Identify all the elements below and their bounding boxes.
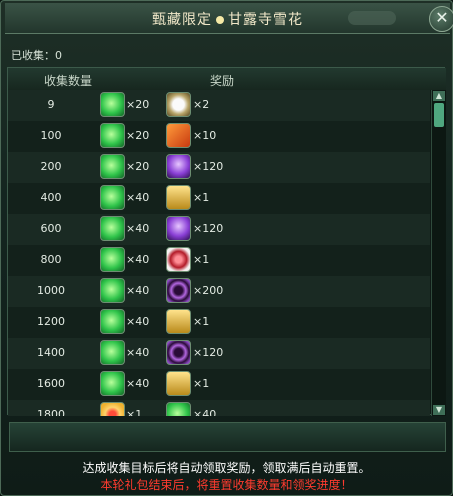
reward-row: 800 ×40 ×1 — [8, 245, 430, 277]
scroll-down-icon[interactable]: ▼ — [433, 405, 445, 415]
purple-swirl-icon[interactable] — [166, 278, 191, 303]
row-qty-2: ×120 — [193, 222, 224, 235]
reward-row: 600 ×40 ×120 — [8, 214, 430, 246]
flower-icon[interactable] — [100, 402, 125, 416]
row-count: 1000 — [37, 284, 65, 297]
row-qty-1: ×20 — [126, 98, 150, 111]
green-orb-icon[interactable] — [100, 154, 125, 179]
gold-card-icon[interactable] — [166, 309, 191, 334]
row-count: 1600 — [37, 377, 65, 390]
scrollbar[interactable]: ▲ ▼ — [431, 90, 446, 416]
notice-line-1: 达成收集目标后将自动领取奖励，领取满后自动重置。 — [82, 461, 371, 475]
ticket-icon[interactable] — [166, 123, 191, 148]
header-count: 收集数量 — [44, 74, 93, 88]
green-orb-icon[interactable] — [100, 371, 125, 396]
row-count: 800 — [40, 253, 62, 266]
row-qty-2: ×10 — [193, 129, 217, 142]
row-qty-2: ×1 — [193, 253, 210, 266]
row-qty-2: ×2 — [193, 98, 210, 111]
green-orb-icon[interactable] — [100, 123, 125, 148]
row-qty-2: ×40 — [193, 408, 217, 416]
list-rows[interactable]: 9 ×20 ×2 100 ×20 ×10 200 ×20 ×120 400 ×40 ×1 600 ×40 ×… — [8, 90, 430, 416]
reward-row: 400 ×40 ×1 — [8, 183, 430, 215]
row-qty-1: ×40 — [126, 253, 150, 266]
row-count: 1200 — [37, 315, 65, 328]
row-qty-1: ×40 — [126, 284, 150, 297]
row-qty-2: ×1 — [193, 315, 210, 328]
green-orb-icon[interactable] — [100, 247, 125, 272]
row-qty-1: ×20 — [126, 129, 150, 142]
row-count: 1400 — [37, 346, 65, 359]
title-bar: 甄藏限定 甘露寺雪花 ✕ — [5, 3, 453, 34]
reward-row: 100 ×20 ×10 — [8, 121, 430, 153]
header-reward: 奖励 — [210, 74, 235, 88]
collected-count: 已收集：0 — [11, 49, 62, 62]
reward-row: 1600 ×40 ×1 — [8, 369, 430, 401]
row-count: 1800 — [37, 408, 65, 416]
row-qty-1: ×1 — [126, 408, 143, 416]
row-count: 400 — [40, 191, 62, 204]
row-qty-1: ×40 — [126, 315, 150, 328]
green-orb-icon[interactable] — [100, 309, 125, 334]
purple-swirl-icon[interactable] — [166, 340, 191, 365]
row-qty-1: ×40 — [126, 222, 150, 235]
row-qty-2: ×120 — [193, 346, 224, 359]
notice-line-2: 本轮礼包结束后，将重置收集数量和领奖进度！ — [100, 478, 353, 492]
close-icon: ✕ — [435, 8, 449, 27]
row-count: 100 — [40, 129, 62, 142]
gold-card-icon[interactable] — [166, 371, 191, 396]
row-count: 600 — [40, 222, 62, 235]
green-orb-icon[interactable] — [100, 278, 125, 303]
row-qty-2: ×1 — [193, 191, 210, 204]
reward-row: 1400 ×40 ×120 — [8, 338, 430, 370]
purple-crystal-icon[interactable] — [166, 216, 191, 241]
row-count: 200 — [40, 160, 62, 173]
green-orb-icon[interactable] — [100, 216, 125, 241]
purple-crystal-icon[interactable] — [166, 154, 191, 179]
title-dot-icon — [216, 16, 224, 24]
reward-row: 1000 ×40 ×200 — [8, 276, 430, 308]
row-qty-1: ×40 — [126, 191, 150, 204]
heart-gem-icon[interactable] — [166, 247, 191, 272]
reward-list: 收集数量 奖励 9 ×20 ×2 100 ×20 ×10 200 ×20 ×120 400 ×40 ×… — [7, 67, 446, 416]
row-qty-2: ×120 — [193, 160, 224, 173]
scroll-thumb[interactable] — [434, 103, 444, 127]
scroll-up-icon[interactable]: ▲ — [433, 91, 445, 101]
reward-panel: 甄藏限定 甘露寺雪花 ✕ 已收集：0 收集数量 奖励 9 ×20 ×2 100 ×20 ×1… — [0, 0, 453, 496]
reward-row: 200 ×20 ×120 — [8, 152, 430, 184]
row-qty-2: ×1 — [193, 377, 210, 390]
title-right: 甘露寺雪花 — [228, 12, 303, 28]
list-header: 收集数量 奖励 — [8, 68, 446, 90]
row-qty-1: ×20 — [126, 160, 150, 173]
green-orb-icon[interactable] — [166, 402, 191, 416]
reward-row: 1800 ×1 ×40 — [8, 400, 430, 416]
green-orb-icon[interactable] — [100, 185, 125, 210]
green-orb-icon[interactable] — [100, 92, 125, 117]
row-qty-2: ×200 — [193, 284, 224, 297]
green-orb-icon[interactable] — [100, 340, 125, 365]
reward-row: 1200 ×40 ×1 — [8, 307, 430, 339]
gold-card-icon[interactable] — [166, 185, 191, 210]
title-left: 甄藏限定 — [152, 12, 212, 28]
row-count: 9 — [47, 98, 55, 111]
compass-icon[interactable] — [166, 92, 191, 117]
faded-button[interactable] — [348, 11, 396, 25]
reward-row: 9 ×20 ×2 — [8, 90, 430, 122]
row-qty-1: ×40 — [126, 377, 150, 390]
footer-bar — [9, 422, 446, 452]
close-button[interactable]: ✕ — [429, 6, 453, 32]
row-qty-1: ×40 — [126, 346, 150, 359]
